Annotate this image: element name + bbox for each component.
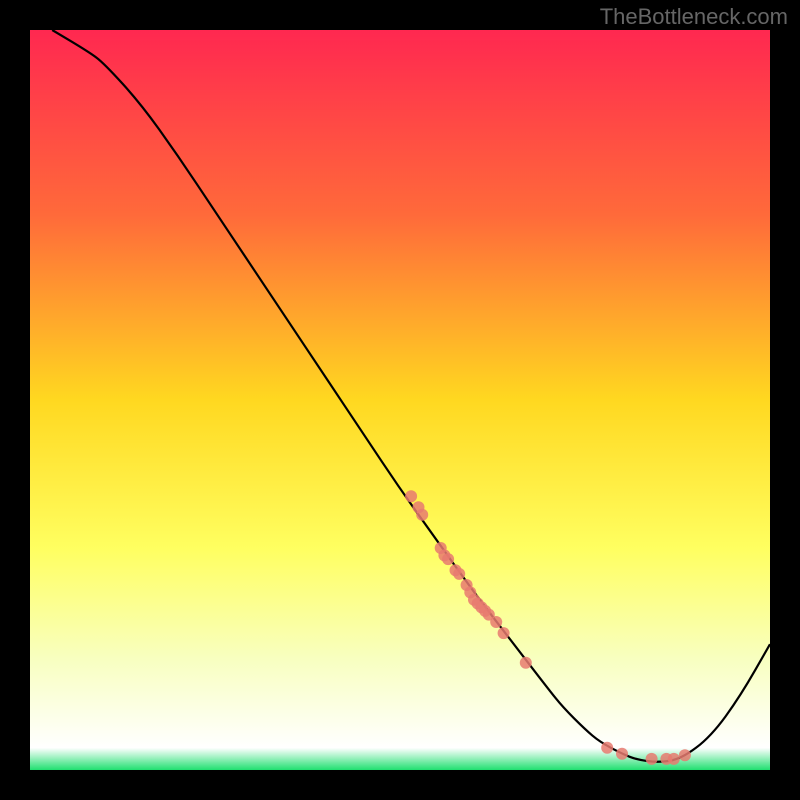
data-point bbox=[405, 490, 417, 502]
data-point bbox=[453, 568, 465, 580]
data-point bbox=[616, 748, 628, 760]
data-point bbox=[679, 749, 691, 761]
data-point bbox=[520, 657, 532, 669]
watermark-text: TheBottleneck.com bbox=[600, 4, 788, 30]
chart-svg bbox=[30, 30, 770, 770]
chart-background bbox=[30, 30, 770, 770]
data-point bbox=[601, 742, 613, 754]
plot-area bbox=[30, 30, 770, 770]
data-point bbox=[498, 627, 510, 639]
data-point bbox=[490, 616, 502, 628]
data-point bbox=[416, 509, 428, 521]
data-point bbox=[442, 553, 454, 565]
data-point bbox=[646, 753, 658, 765]
data-point bbox=[668, 753, 680, 765]
